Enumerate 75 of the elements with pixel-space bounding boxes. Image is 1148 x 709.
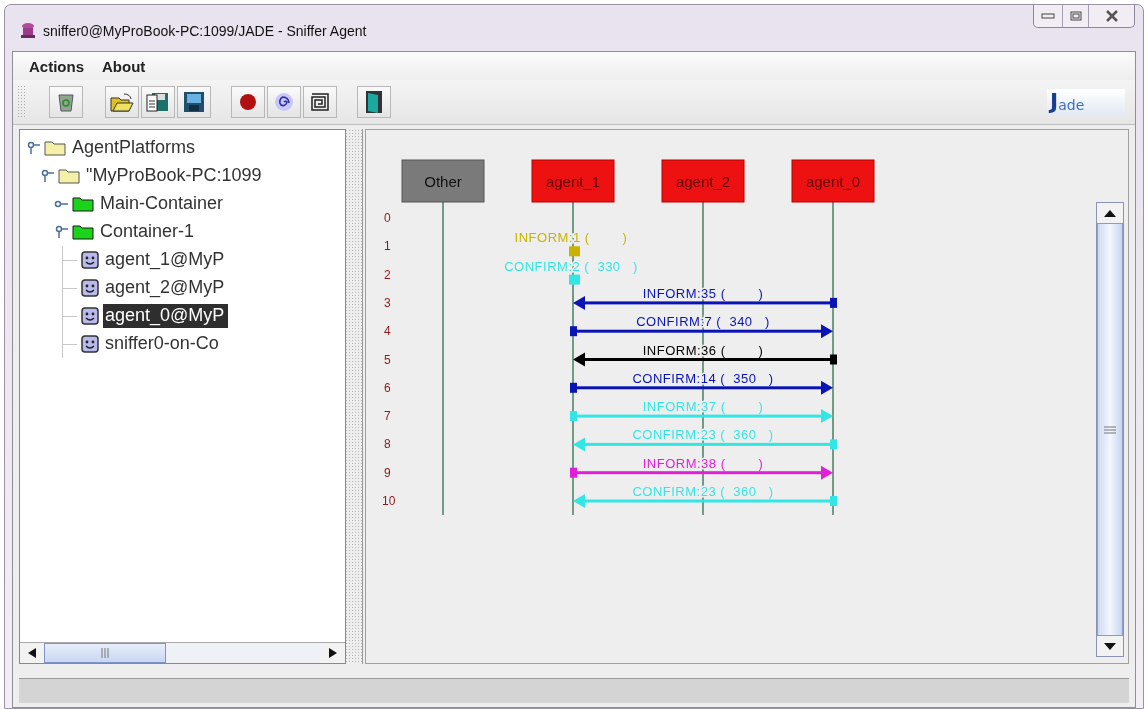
record-icon [239,93,257,111]
left-arrow-icon[interactable] [28,648,36,658]
row-number: 2 [384,267,391,282]
agent-name: Other [424,173,462,190]
agent-box[interactable] [661,159,745,203]
agent-box[interactable] [531,159,615,203]
agent-box[interactable] [401,159,485,203]
right-arrow-icon[interactable] [329,648,338,658]
folder-icon [44,140,66,156]
menu-item[interactable]: Actions [29,57,84,75]
row-number: 3 [384,295,391,310]
expanded-handle-icon[interactable] [40,169,54,183]
down-arrow-icon[interactable] [1104,642,1116,650]
message-label: INFORM:1 ( ) [514,230,628,246]
trash-button[interactable] [49,86,83,118]
tree-item[interactable]: sniffer0-on-Co [103,332,223,356]
close-icon [1104,10,1119,22]
save-button[interactable] [177,86,211,118]
row-number: 7 [384,409,391,424]
message-label: CONFIRM:7 ( 340 ) [636,314,770,330]
maximize-icon [1069,11,1082,21]
tree-item[interactable]: AgentPlatforms [70,136,200,160]
tree-item[interactable]: Main-Container [98,192,228,216]
minimize-icon [1041,13,1055,19]
open-button[interactable] [105,86,139,118]
jade-logo: Jade [1047,89,1125,115]
square-spiral-button[interactable] [303,86,337,118]
app-icon [19,21,37,39]
expanded-handle-icon[interactable] [26,141,40,155]
grip-icon [101,648,109,658]
window-title: sniffer0@MyProBook-PC:1099/JADE - Sniffer Agent [43,23,368,39]
folder-icon [58,168,80,184]
agent-name: agent_2 [675,173,731,190]
row-number: 6 [384,380,391,395]
save-as-button[interactable] [141,86,175,118]
tree-item[interactable]: agent_2@MyP [103,276,229,300]
menu-item[interactable]: About [102,57,146,75]
smiley-icon [81,335,99,353]
vertical-scrollbar[interactable] [1096,202,1124,657]
trash-icon [57,92,75,112]
row-number: 5 [384,352,391,367]
floppy-icon [183,91,205,113]
up-arrow-icon[interactable] [1104,209,1116,217]
folder-icon [72,196,94,212]
tree-item[interactable]: agent_0@MyP [103,304,229,328]
tree-item[interactable]: Container-1 [98,220,199,244]
tree-item[interactable]: agent_1@MyP [103,248,229,272]
grip-icon [1104,425,1116,434]
folder-icon [72,224,94,240]
smiley-icon [81,251,99,269]
row-number: 9 [384,465,391,480]
square-spiral-icon [311,93,329,111]
smiley-icon [81,279,99,297]
door-icon [364,90,384,114]
document-floppy-icon [146,91,170,113]
tree-item[interactable]: "MyProBook-PC:1099 [84,164,266,188]
row-number: 4 [384,324,391,339]
smiley-icon [81,307,99,325]
row-number: 0 [384,211,391,225]
swirl-button[interactable] [267,86,301,118]
message-label: INFORM:36 ( ) [642,342,764,358]
expanded-handle-icon[interactable] [54,225,68,239]
agent-box[interactable] [791,159,875,203]
message-label: INFORM:35 ( ) [642,285,764,301]
row-number: 10 [382,494,396,508]
horizontal-scrollbar[interactable] [20,642,346,663]
exit-button[interactable] [357,86,391,118]
agent-name: agent_0 [805,173,861,190]
row-number: 1 [384,239,391,254]
record-button[interactable] [231,86,265,118]
row-number: 8 [384,437,391,452]
folder-icon [110,92,134,112]
message-label: CONFIRM:14 ( 350 ) [632,370,774,386]
agent-name: agent_1 [545,173,601,190]
swirl-icon [274,92,294,112]
